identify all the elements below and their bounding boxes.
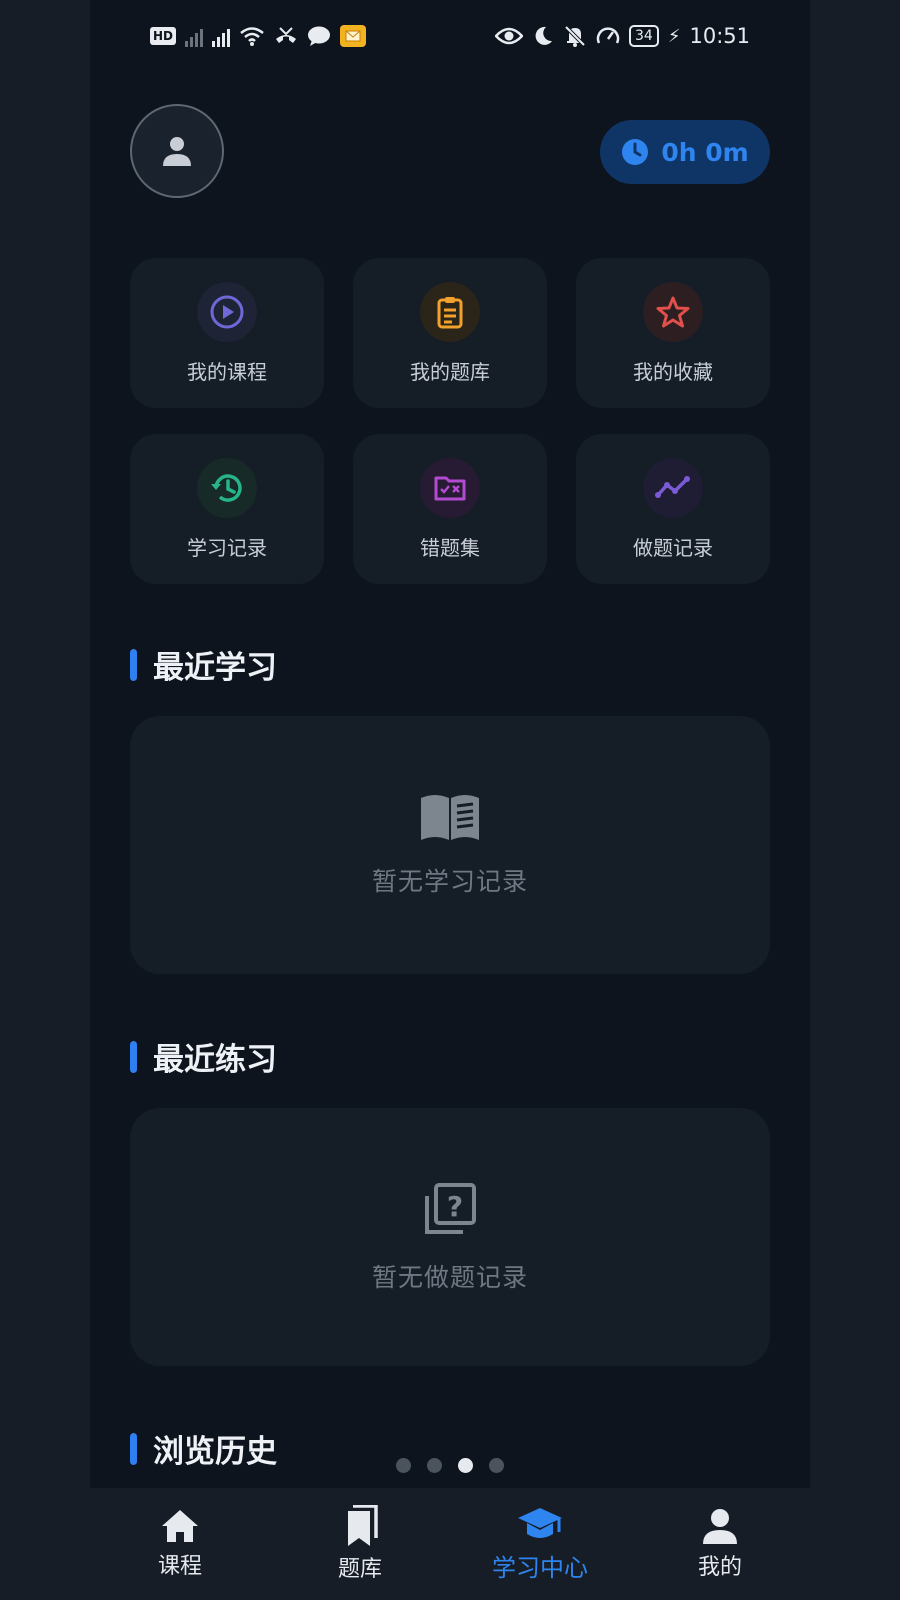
mail-app-icon: [340, 25, 367, 47]
tile-my-favorites[interactable]: 我的收藏: [576, 258, 770, 408]
eye-icon: [495, 27, 523, 45]
clock-icon: [622, 139, 649, 165]
tile-practice-records[interactable]: 做题记录: [576, 434, 770, 584]
home-icon: [162, 1510, 198, 1542]
charging-icon: ⚡: [667, 25, 681, 47]
tile-label: 学习记录: [187, 535, 267, 560]
tile-my-question-bank[interactable]: 我的题库: [353, 258, 547, 408]
status-left: HD: [150, 25, 367, 47]
tile-icon-wrap: [643, 457, 703, 518]
moon-icon: [535, 26, 552, 45]
section-accent-bar: [130, 648, 137, 681]
nav-courses[interactable]: 课程: [90, 1488, 270, 1600]
tile-label: 我的课程: [187, 359, 267, 384]
status-right: 34 ⚡ 10:51: [495, 24, 750, 48]
books-icon: [348, 1505, 378, 1546]
section-recent-study: 最近学习: [130, 642, 277, 687]
nav-label: 学习中心: [492, 1553, 588, 1582]
section-accent-bar: [130, 1040, 137, 1073]
tile-label: 错题集: [420, 535, 480, 560]
page-dot[interactable]: [489, 1458, 504, 1473]
question-pages-icon: ?: [425, 1183, 476, 1234]
app-screen: HD 34 ⚡ 10:51 0h 0m 我的课程 我的题库 我的收藏 学习记录 …: [90, 0, 810, 1600]
hd-icon: HD: [150, 27, 177, 45]
avatar[interactable]: [130, 104, 224, 198]
tile-icon-wrap: [197, 281, 257, 342]
nav-study-center[interactable]: 学习中心: [450, 1488, 630, 1600]
page-dot[interactable]: [427, 1458, 442, 1473]
study-time-value: 0h 0m: [661, 137, 749, 167]
tile-label: 我的收藏: [633, 359, 713, 384]
open-book-icon: [421, 795, 479, 840]
history-icon: [211, 473, 242, 502]
empty-study-text: 暂无学习记录: [371, 867, 528, 896]
tile-label: 我的题库: [410, 359, 490, 384]
play-circle-icon: [210, 295, 244, 328]
wifi-icon: [240, 27, 264, 46]
graduation-cap-icon: [518, 1507, 562, 1538]
status-time: 10:51: [689, 24, 750, 48]
tile-icon-wrap: [197, 457, 257, 518]
recent-practice-card: ? 暂无做题记录: [130, 1108, 770, 1366]
tile-icon-wrap: [420, 457, 480, 518]
tile-icon-wrap: [420, 281, 480, 342]
tile-my-courses[interactable]: 我的课程: [130, 258, 324, 408]
section-title: 最近学习: [153, 650, 277, 686]
empty-practice-text: 暂无做题记录: [371, 1263, 528, 1292]
section-title: 最近练习: [153, 1042, 277, 1078]
nav-label: 我的: [697, 1555, 742, 1580]
page-dot[interactable]: [396, 1458, 411, 1473]
tile-wrong-questions[interactable]: 错题集: [353, 434, 547, 584]
feature-grid: 我的课程 我的题库 我的收藏 学习记录 错题集 做题记录: [130, 258, 770, 584]
missed-call-icon: [276, 27, 297, 43]
bottom-nav: 课程 题库 学习中心 我的: [90, 1488, 810, 1600]
trend-line-icon: [655, 475, 690, 498]
person-icon: [703, 1509, 737, 1544]
nav-label: 题库: [337, 1557, 382, 1582]
user-icon: [163, 137, 191, 166]
section-recent-practice: 最近练习: [130, 1034, 277, 1079]
battery-icon: 34: [629, 25, 659, 47]
svg-text:?: ?: [447, 1190, 463, 1223]
signal-1-icon: [185, 25, 204, 47]
star-icon: [656, 296, 690, 327]
nav-mine[interactable]: 我的: [630, 1488, 810, 1600]
tile-study-history[interactable]: 学习记录: [130, 434, 324, 584]
tile-icon-wrap: [643, 281, 703, 342]
tile-label: 做题记录: [633, 535, 713, 560]
page-indicator: [0, 1458, 900, 1473]
message-icon: [308, 26, 331, 46]
study-time-badge[interactable]: 0h 0m: [600, 120, 770, 184]
recent-study-card: 暂无学习记录: [130, 716, 770, 974]
nav-question-bank[interactable]: 题库: [270, 1488, 450, 1600]
signal-2-icon: [212, 25, 231, 47]
wrong-folder-icon: [434, 476, 466, 500]
bell-off-icon: [564, 25, 586, 47]
clipboard-icon: [437, 296, 463, 328]
speed-icon: [596, 27, 620, 44]
page-dot-active[interactable]: [458, 1458, 473, 1473]
status-bar: HD 34 ⚡ 10:51: [150, 18, 750, 54]
nav-label: 课程: [157, 1554, 202, 1579]
